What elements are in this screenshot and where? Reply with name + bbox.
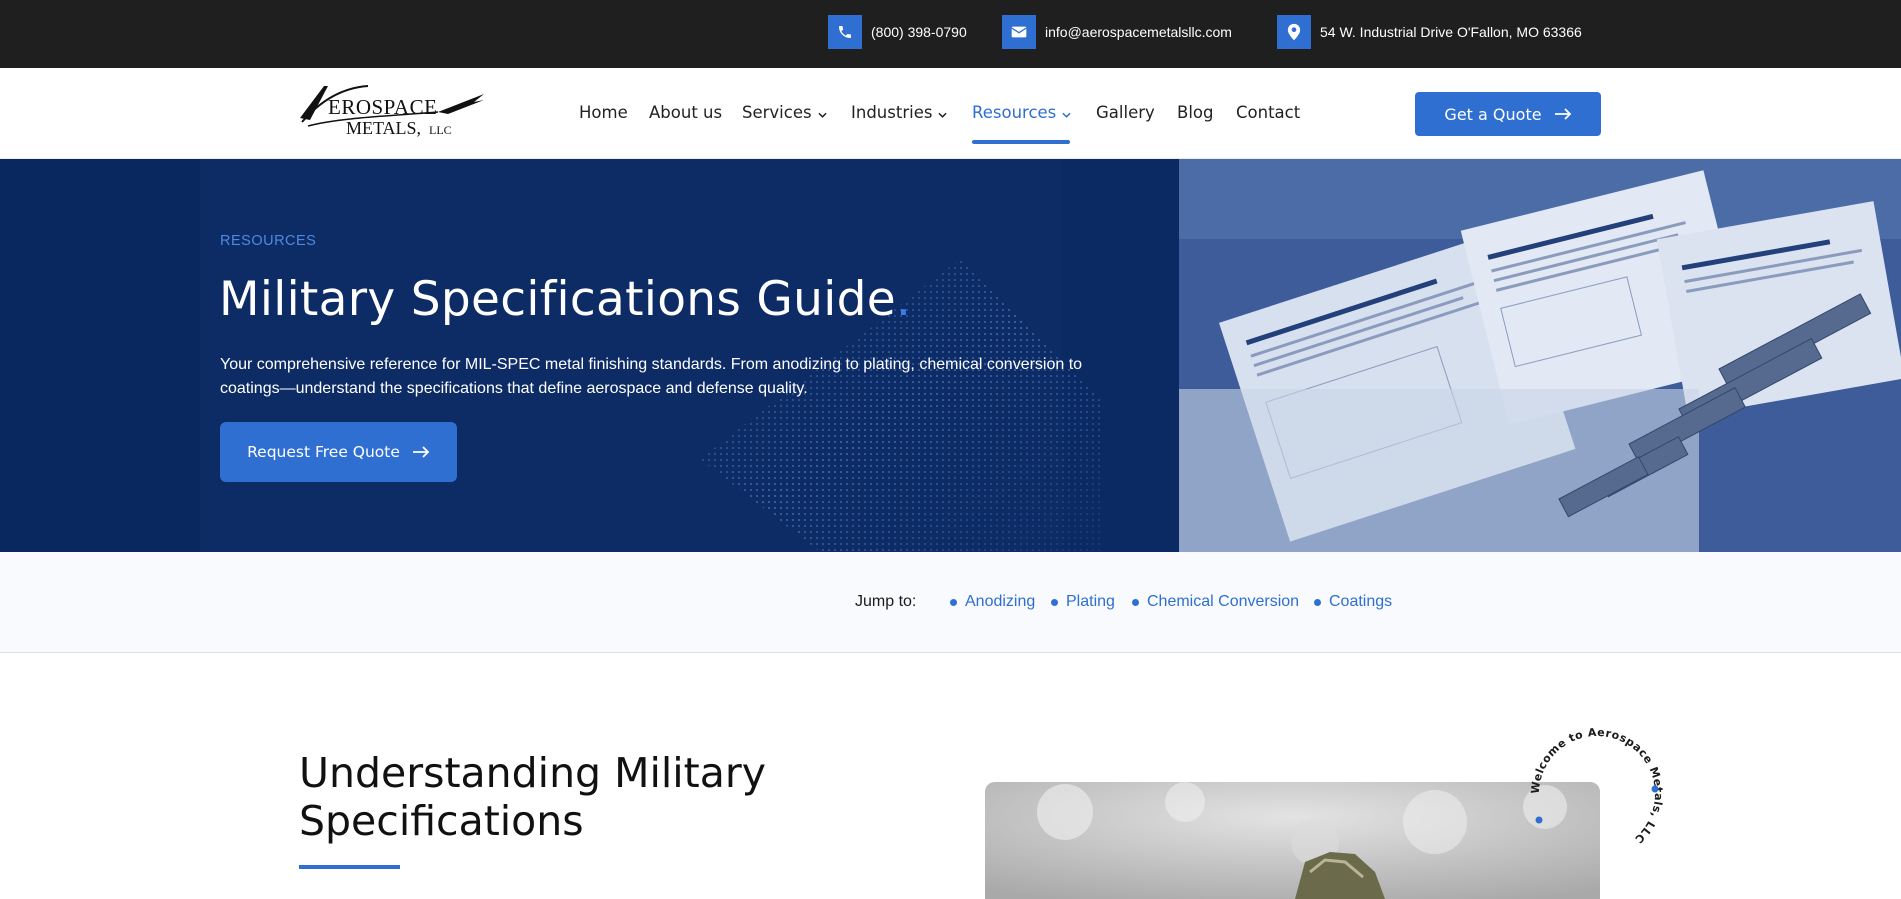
hero-eyebrow: RESOURCES: [220, 233, 317, 249]
main-header: EROSPACE METALS, LLC Home About us Servi…: [0, 68, 1901, 159]
metal-part-image: [985, 782, 1600, 899]
nav-gallery[interactable]: Gallery: [1096, 103, 1155, 122]
nav-label: Contact: [1236, 103, 1301, 122]
jump-link-plating[interactable]: Plating: [1051, 593, 1115, 611]
nav-resources[interactable]: Resources: [972, 103, 1071, 122]
svg-text:Welcome to Aerospace Metals, L: Welcome to Aerospace Metals, LLC: [1529, 726, 1665, 846]
nav-blog[interactable]: Blog: [1177, 103, 1213, 122]
email-address: info@aerospacemetalsllc.com: [1045, 24, 1232, 40]
bullet-icon: [1314, 598, 1321, 606]
top-contact-bar: (800) 398-0790 info@aerospacemetalsllc.c…: [0, 0, 1901, 68]
main-navigation: Home About us Services Industries Resour…: [0, 68, 1901, 159]
jump-to-bar: Jump to: Anodizing Plating Chemical Conv…: [0, 552, 1901, 653]
nav-label: Blog: [1177, 103, 1214, 122]
section-title-line: Specifications: [299, 797, 584, 845]
welcome-rotating-badge: Welcome to Aerospace Metals, LLC: [1525, 722, 1669, 866]
nav-contact[interactable]: Contact: [1236, 103, 1300, 122]
envelope-icon: [1002, 15, 1036, 49]
jump-label: Jump to:: [855, 593, 917, 610]
nav-label: Resources: [972, 103, 1057, 122]
phone-icon: [828, 15, 862, 49]
nav-home[interactable]: Home: [579, 103, 628, 122]
title-underline: [299, 865, 400, 869]
street-address: 54 W. Industrial Drive O'Fallon, MO 6336…: [1320, 24, 1582, 40]
hero-section: RESOURCES Military Specifications Guide.…: [0, 159, 1901, 552]
get-a-quote-button[interactable]: Get a Quote: [1415, 92, 1601, 136]
chevron-down-icon: [817, 103, 827, 122]
nav-label: Industries: [851, 103, 933, 122]
nav-industries[interactable]: Industries: [851, 103, 948, 122]
bullet-icon: [950, 598, 957, 606]
page-title-text: Military Specifications Guide: [219, 272, 896, 327]
bullet-icon: [1051, 598, 1058, 606]
nav-about-us[interactable]: About us: [649, 103, 722, 122]
button-label: Get a Quote: [1444, 104, 1542, 124]
email-contact[interactable]: info@aerospacemetalsllc.com: [1002, 15, 1232, 49]
nav-label: Gallery: [1096, 103, 1155, 122]
bullet-icon: [1132, 598, 1139, 606]
jump-link-label: Chemical Conversion: [1147, 593, 1300, 610]
badge-text: Welcome to Aerospace Metals, LLC: [1529, 726, 1665, 846]
jump-link-label: Coatings: [1329, 593, 1393, 610]
nav-services[interactable]: Services: [742, 103, 827, 122]
page-title: Military Specifications Guide.: [219, 272, 911, 327]
jump-link-chemical-conversion[interactable]: Chemical Conversion: [1132, 593, 1299, 611]
request-free-quote-button[interactable]: Request Free Quote: [220, 422, 457, 482]
address-contact[interactable]: 54 W. Industrial Drive O'Fallon, MO 6336…: [1277, 15, 1582, 49]
chevron-down-icon: [1062, 103, 1071, 122]
phone-contact[interactable]: (800) 398-0790: [828, 15, 967, 49]
phone-number: (800) 398-0790: [871, 24, 967, 40]
map-pin-icon: [1277, 15, 1311, 49]
jump-link-coatings[interactable]: Coatings: [1314, 593, 1392, 611]
title-accent-dot: .: [895, 272, 912, 327]
nav-label: Services: [742, 103, 812, 122]
button-label: Request Free Quote: [247, 443, 400, 461]
arrow-right-icon: [412, 446, 430, 458]
jump-link-label: Anodizing: [965, 593, 1036, 610]
nav-label: Home: [579, 103, 628, 122]
jump-link-label: Plating: [1066, 593, 1115, 610]
jump-link-anodizing[interactable]: Anodizing: [950, 593, 1035, 611]
arrow-right-icon: [1554, 108, 1571, 120]
section-title: Understanding Military Specifications: [299, 749, 766, 845]
section-title-line: Understanding Military: [299, 749, 766, 797]
chevron-down-icon: [938, 103, 948, 122]
active-nav-indicator: [972, 140, 1070, 144]
hero-image-documents: [1179, 159, 1901, 552]
nav-label: About us: [649, 103, 723, 122]
hero-description: Your comprehensive reference for MIL-SPE…: [220, 356, 1083, 397]
